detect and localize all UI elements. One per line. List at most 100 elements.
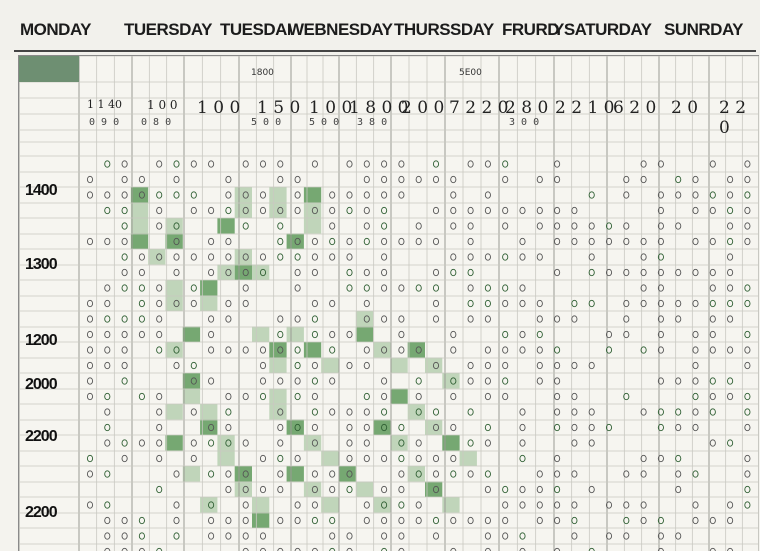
highlighted-cell[interactable] xyxy=(130,218,149,234)
day-label-sunday[interactable]: SUNRDAY xyxy=(664,20,744,40)
cell-mark xyxy=(86,454,94,463)
cell-mark xyxy=(311,501,318,509)
day-label-thursday[interactable]: THURSSDAY xyxy=(394,20,494,40)
highlighted-cell[interactable] xyxy=(286,466,304,482)
highlighted-cell[interactable] xyxy=(321,497,339,513)
cell-mark xyxy=(190,408,197,416)
header-subvalue[interactable]: 5 0 0 xyxy=(309,117,339,128)
highlighted-cell[interactable] xyxy=(130,202,149,219)
highlighted-cell[interactable] xyxy=(269,388,287,405)
highlighted-cell[interactable] xyxy=(286,326,304,343)
header-subvalue[interactable]: 0 9 0 xyxy=(89,117,119,128)
cell-mark xyxy=(104,470,111,478)
day-label-saturday[interactable]: YSATURDAY xyxy=(553,20,652,40)
header-value[interactable]: 1 1 40 xyxy=(87,98,122,111)
cell-mark xyxy=(156,346,163,354)
day-label-monday[interactable]: MONDAY xyxy=(20,20,92,40)
header-value[interactable]: 2 2 0 xyxy=(719,98,759,138)
highlighted-cell[interactable] xyxy=(269,187,287,203)
cell-mark xyxy=(277,470,284,478)
cell-mark xyxy=(709,160,716,168)
cell-mark xyxy=(294,206,301,215)
cell-mark xyxy=(450,222,457,230)
highlighted-cell[interactable] xyxy=(303,218,322,234)
header-value[interactable]: 2 8 0 xyxy=(505,98,548,118)
cell-mark xyxy=(692,299,699,308)
cell-mark xyxy=(727,346,734,354)
header-value[interactable]: 1 8 0 0 xyxy=(349,98,408,118)
header-value[interactable]: 1 0 0 xyxy=(147,98,178,112)
cell-mark xyxy=(104,330,111,339)
cell-mark xyxy=(242,516,249,525)
highlighted-cell[interactable] xyxy=(252,497,270,513)
highlighted-cell[interactable] xyxy=(165,435,183,451)
header-subvalue[interactable]: 3 0 0 xyxy=(509,117,539,128)
header-value[interactable]: 1 5 0 xyxy=(257,98,300,118)
cell-mark xyxy=(381,284,388,292)
cell-mark xyxy=(536,253,543,261)
cell-mark xyxy=(467,284,474,292)
header-subvalue[interactable]: 0 8 0 xyxy=(141,117,171,128)
highlighted-cell[interactable] xyxy=(390,388,408,405)
cell-mark xyxy=(502,175,509,184)
column-header-9[interactable]: 5E00 xyxy=(459,68,482,78)
cell-mark xyxy=(311,361,318,370)
highlighted-cell[interactable] xyxy=(165,280,183,296)
highlighted-cell[interactable] xyxy=(355,481,374,498)
cell-mark xyxy=(502,485,509,494)
highlighted-cell[interactable] xyxy=(321,450,339,467)
cell-mark xyxy=(363,206,370,215)
cell-mark xyxy=(571,501,578,509)
cell-mark xyxy=(554,315,561,323)
cell-mark xyxy=(727,392,734,401)
cell-mark xyxy=(138,439,145,447)
cell-mark xyxy=(311,237,318,246)
header-value[interactable]: 6 2 0 xyxy=(613,98,656,118)
day-label-tuesday-2[interactable]: TUESDAI xyxy=(220,20,290,40)
day-label-wednesday[interactable]: WEBNESDAY xyxy=(288,20,393,40)
highlighted-cell[interactable] xyxy=(217,218,235,234)
highlighted-cell[interactable] xyxy=(165,404,183,420)
cell-mark xyxy=(536,175,543,184)
highlighted-cell[interactable] xyxy=(182,326,201,343)
cell-mark xyxy=(415,237,422,246)
header-value[interactable]: 2 0 xyxy=(671,98,698,118)
highlighted-cell[interactable] xyxy=(252,326,270,343)
highlighted-cell[interactable] xyxy=(252,512,270,529)
cell-mark xyxy=(450,253,457,261)
header-value[interactable]: 2 0 0 xyxy=(401,98,444,118)
column-header-5[interactable]: 1800 xyxy=(251,68,274,78)
cell-mark xyxy=(208,516,215,525)
highlighted-cell[interactable] xyxy=(355,326,374,343)
highlighted-cell[interactable] xyxy=(269,357,287,374)
cell-mark xyxy=(156,160,163,168)
cell-mark xyxy=(242,284,249,292)
header-subvalue[interactable]: 5 0 0 xyxy=(251,117,281,128)
highlighted-cell[interactable] xyxy=(182,388,201,405)
header-value[interactable]: 1 0 0 xyxy=(309,98,352,118)
cell-mark xyxy=(692,516,699,525)
highlighted-cell[interactable] xyxy=(217,450,235,467)
header-value[interactable]: 1 0 0 xyxy=(197,98,240,118)
highlighted-cell[interactable] xyxy=(321,357,339,374)
cell-mark xyxy=(398,175,405,184)
grid-lines xyxy=(19,56,759,551)
cell-mark xyxy=(588,191,595,199)
header-value[interactable]: 7 2 2 0 xyxy=(449,98,508,118)
day-label-friday[interactable]: FRURD xyxy=(502,20,560,40)
cell-mark xyxy=(225,253,232,261)
day-label-tuesday[interactable]: TUERSDAY xyxy=(124,20,212,40)
header-value[interactable]: 2 2 1 0 xyxy=(555,98,614,118)
cell-mark xyxy=(346,268,353,277)
highlighted-cell[interactable] xyxy=(459,450,477,467)
header-subvalue[interactable]: 3 8 0 xyxy=(357,117,387,128)
cell-mark xyxy=(121,377,128,385)
highlighted-cell[interactable] xyxy=(390,357,408,374)
highlighted-cell[interactable] xyxy=(303,342,322,358)
highlighted-cell[interactable] xyxy=(182,466,201,482)
cell-mark xyxy=(294,191,301,199)
highlighted-cell[interactable] xyxy=(303,187,322,203)
highlighted-cell[interactable] xyxy=(130,233,149,250)
cell-mark xyxy=(381,253,388,261)
cell-mark xyxy=(744,392,751,401)
